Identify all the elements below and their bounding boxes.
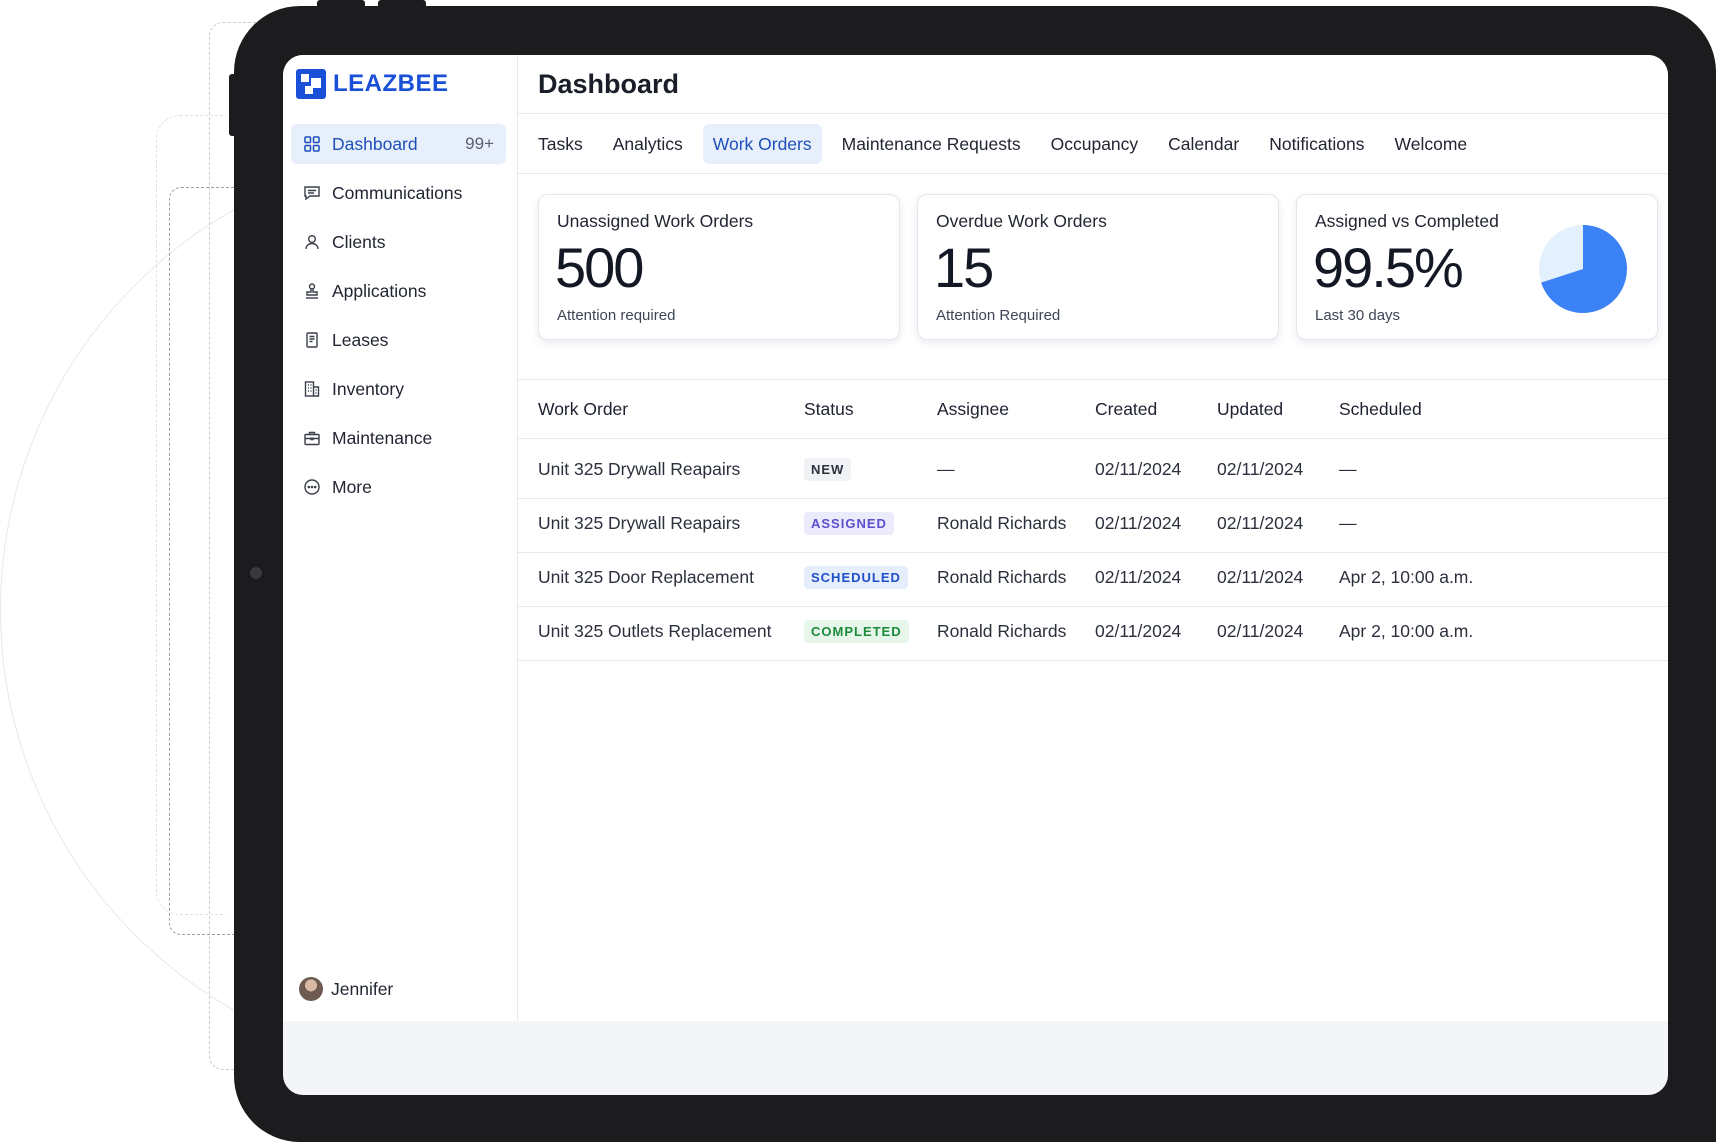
notification-count-badge: 99+ xyxy=(465,134,494,153)
sidebar-item-label: More xyxy=(332,476,372,497)
divider xyxy=(518,173,1668,174)
assignee-cell: Ronald Richards xyxy=(937,621,1067,641)
sidebar: LEAZBEE Dashboard 99+ Communications Cli… xyxy=(283,55,518,1021)
user-profile[interactable]: Jennifer xyxy=(299,977,393,1001)
created-cell: 02/11/2024 xyxy=(1095,621,1182,641)
card-title: Assigned vs Completed xyxy=(1315,211,1499,231)
app-screen: LEAZBEE Dashboard 99+ Communications Cli… xyxy=(283,55,1668,1095)
card-value: 500 xyxy=(555,236,644,299)
created-cell: 02/11/2024 xyxy=(1095,459,1182,479)
sidebar-item-leases[interactable]: Leases xyxy=(291,320,506,360)
work-order-cell: Unit 325 Door Replacement xyxy=(538,567,754,587)
table-row[interactable]: Unit 325 Door Replacement SCHEDULED Rona… xyxy=(518,548,1668,607)
main-content: Dashboard Tasks Analytics Work Orders Ma… xyxy=(518,55,1668,1021)
sidebar-item-clients[interactable]: Clients xyxy=(291,222,506,262)
sidebar-item-applications[interactable]: Applications xyxy=(291,271,506,311)
assignee-cell: — xyxy=(937,459,955,479)
column-header-scheduled[interactable]: Scheduled xyxy=(1339,380,1422,439)
logo-icon xyxy=(296,69,326,99)
logo[interactable]: LEAZBEE xyxy=(296,69,449,99)
sidebar-item-label: Clients xyxy=(332,231,386,252)
sidebar-item-label: Leases xyxy=(332,329,389,350)
tab-analytics[interactable]: Analytics xyxy=(603,124,693,164)
card-subtitle: Last 30 days xyxy=(1315,307,1401,324)
assignee-cell: Ronald Richards xyxy=(937,513,1067,533)
sidebar-item-label: Inventory xyxy=(332,378,404,399)
scheduled-cell: Apr 2, 10:00 a.m. xyxy=(1339,567,1474,587)
column-header-status[interactable]: Status xyxy=(804,380,854,439)
status-badge: ASSIGNED xyxy=(804,512,894,535)
updated-cell: 02/11/2024 xyxy=(1217,567,1304,587)
user-icon xyxy=(302,232,322,252)
sidebar-item-more[interactable]: More xyxy=(291,467,506,507)
document-icon xyxy=(302,330,322,350)
updated-cell: 02/11/2024 xyxy=(1217,459,1304,479)
work-order-cell: Unit 325 Drywall Reapairs xyxy=(538,459,741,479)
sidebar-item-label: Applications xyxy=(332,280,427,301)
sidebar-item-inventory[interactable]: Inventory xyxy=(291,369,506,409)
column-header-work-order[interactable]: Work Order xyxy=(538,380,628,439)
created-cell: 02/11/2024 xyxy=(1095,567,1182,587)
table-row[interactable]: Unit 325 Outlets Replacement COMPLETED R… xyxy=(518,602,1668,661)
assigned-vs-completed-card[interactable]: Assigned vs Completed 99.5% Last 30 days xyxy=(1296,194,1658,340)
scheduled-cell: — xyxy=(1339,513,1357,533)
tab-welcome[interactable]: Welcome xyxy=(1385,124,1478,164)
sidebar-item-dashboard[interactable]: Dashboard 99+ xyxy=(291,124,506,164)
sidebar-item-label: Maintenance xyxy=(332,427,433,448)
page-title: Dashboard xyxy=(538,69,680,99)
column-header-updated[interactable]: Updated xyxy=(1217,380,1283,439)
overdue-work-orders-card[interactable]: Overdue Work Orders 15 Attention Require… xyxy=(917,194,1279,340)
updated-cell: 02/11/2024 xyxy=(1217,513,1304,533)
chat-icon xyxy=(302,183,322,203)
status-badge: NEW xyxy=(804,458,852,481)
user-name: Jennifer xyxy=(331,978,394,999)
tab-occupancy[interactable]: Occupancy xyxy=(1041,124,1149,164)
tab-maintenance-requests[interactable]: Maintenance Requests xyxy=(832,124,1031,164)
tab-bar: Tasks Analytics Work Orders Maintenance … xyxy=(528,124,1487,164)
table-row[interactable]: Unit 325 Drywall Reapairs ASSIGNED Ronal… xyxy=(518,494,1668,553)
camera xyxy=(250,567,262,579)
work-order-cell: Unit 325 Drywall Reapairs xyxy=(538,513,741,533)
pie-chart xyxy=(1539,225,1627,313)
card-value: 15 xyxy=(934,236,994,299)
table-row[interactable]: Unit 325 Drywall Reapairs NEW — 02/11/20… xyxy=(518,440,1668,499)
logo-text: LEAZBEE xyxy=(333,70,449,97)
scheduled-cell: Apr 2, 10:00 a.m. xyxy=(1339,621,1474,641)
sidebar-item-label: Communications xyxy=(332,182,463,203)
assignee-cell: Ronald Richards xyxy=(937,567,1067,587)
column-header-assignee[interactable]: Assignee xyxy=(937,380,1009,439)
tab-work-orders[interactable]: Work Orders xyxy=(702,124,822,164)
work-order-cell: Unit 325 Outlets Replacement xyxy=(538,621,772,641)
tab-tasks[interactable]: Tasks xyxy=(528,124,593,164)
more-icon xyxy=(302,477,322,497)
card-value: 99.5% xyxy=(1313,236,1464,299)
status-badge: SCHEDULED xyxy=(804,566,908,589)
card-subtitle: Attention required xyxy=(557,307,676,324)
toolbox-icon xyxy=(302,428,322,448)
updated-cell: 02/11/2024 xyxy=(1217,621,1304,641)
card-title: Unassigned Work Orders xyxy=(557,211,754,231)
status-badge: COMPLETED xyxy=(804,620,909,643)
stamp-icon xyxy=(302,281,322,301)
created-cell: 02/11/2024 xyxy=(1095,513,1182,533)
column-header-created[interactable]: Created xyxy=(1095,380,1157,439)
divider xyxy=(518,113,1668,114)
sidebar-nav: Dashboard 99+ Communications Clients App… xyxy=(291,124,506,516)
sidebar-item-maintenance[interactable]: Maintenance xyxy=(291,418,506,458)
tab-notifications[interactable]: Notifications xyxy=(1259,124,1374,164)
sidebar-item-label: Dashboard xyxy=(332,133,418,154)
building-icon xyxy=(302,379,322,399)
avatar xyxy=(299,977,323,1001)
card-title: Overdue Work Orders xyxy=(936,211,1107,231)
sidebar-item-communications[interactable]: Communications xyxy=(291,173,506,213)
table-header: Work Order Status Assignee Created Updat… xyxy=(518,380,1668,439)
tab-calendar[interactable]: Calendar xyxy=(1158,124,1249,164)
unassigned-work-orders-card[interactable]: Unassigned Work Orders 500 Attention req… xyxy=(538,194,900,340)
card-subtitle: Attention Required xyxy=(936,307,1061,324)
grid-icon xyxy=(302,134,322,154)
scheduled-cell: — xyxy=(1339,459,1357,479)
